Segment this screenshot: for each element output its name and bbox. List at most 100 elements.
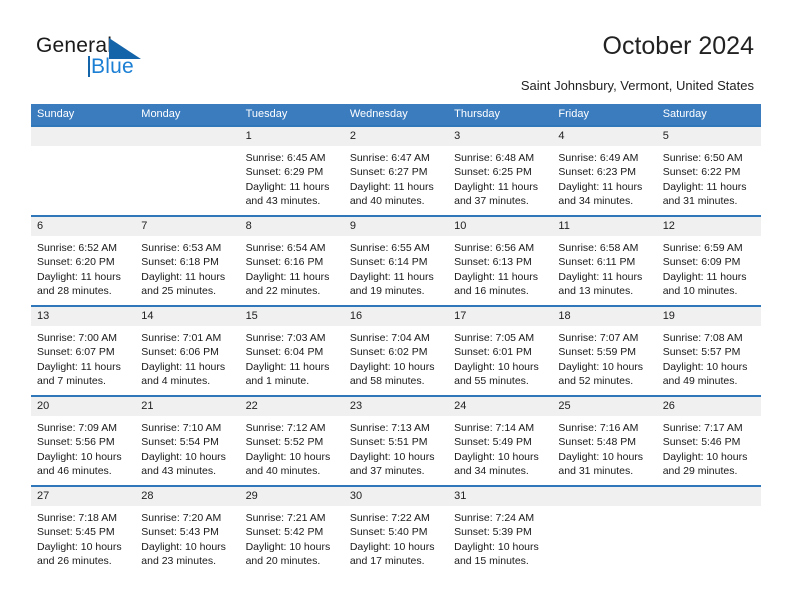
day-cell[interactable]: 16 Sunrise: 7:04 AM Sunset: 6:02 PM Dayl… — [343, 307, 449, 395]
day-cell[interactable]: 9 Sunrise: 6:55 AM Sunset: 6:14 PM Dayli… — [343, 217, 449, 305]
sunset-text: Sunset: 5:43 PM — [141, 526, 219, 539]
daylight-text-line1: Daylight: 10 hours — [141, 450, 226, 463]
sunrise-text: Sunrise: 7:24 AM — [454, 512, 535, 524]
day-info: Sunrise: 6:52 AM Sunset: 6:20 PM Dayligh… — [31, 236, 135, 299]
day-number: 24 — [448, 397, 553, 416]
day-cell[interactable]: 21 Sunrise: 7:10 AM Sunset: 5:54 PM Dayl… — [135, 397, 240, 485]
daylight-text-line2: and 46 minutes. — [37, 465, 112, 478]
page-header: General Blue October 2024 Saint Johnsbur… — [0, 0, 792, 100]
sunset-text: Sunset: 5:45 PM — [37, 526, 115, 539]
day-cell[interactable] — [552, 487, 657, 575]
day-cell[interactable]: 17 Sunrise: 7:05 AM Sunset: 6:01 PM Dayl… — [448, 307, 553, 395]
sunset-text: Sunset: 5:54 PM — [141, 436, 219, 449]
day-number: 13 — [31, 307, 136, 326]
daylight-text-line1: Daylight: 10 hours — [245, 450, 331, 463]
sunset-text: Sunset: 5:40 PM — [349, 526, 428, 539]
day-cell[interactable]: 8 Sunrise: 6:54 AM Sunset: 6:16 PM Dayli… — [239, 217, 344, 305]
sunrise-text: Sunrise: 7:18 AM — [37, 512, 117, 524]
day-info: Sunrise: 7:04 AM Sunset: 6:02 PM Dayligh… — [344, 326, 448, 389]
sunset-text: Sunset: 6:14 PM — [349, 256, 428, 269]
sunset-text: Sunset: 6:04 PM — [245, 346, 324, 359]
day-cell[interactable]: 3 Sunrise: 6:48 AM Sunset: 6:25 PM Dayli… — [448, 127, 553, 215]
day-info: Sunrise: 7:22 AM Sunset: 5:40 PM Dayligh… — [344, 506, 448, 569]
day-cell[interactable]: 4 Sunrise: 6:49 AM Sunset: 6:23 PM Dayli… — [552, 127, 657, 215]
day-cell[interactable]: 25 Sunrise: 7:16 AM Sunset: 5:48 PM Dayl… — [552, 397, 657, 485]
day-info: Sunrise: 7:24 AM Sunset: 5:39 PM Dayligh… — [448, 506, 552, 569]
day-number: 31 — [448, 487, 553, 506]
day-cell[interactable]: 10 Sunrise: 6:56 AM Sunset: 6:13 PM Dayl… — [448, 217, 553, 305]
sunrise-text: Sunrise: 7:14 AM — [454, 422, 535, 434]
day-cell[interactable]: 2 Sunrise: 6:47 AM Sunset: 6:27 PM Dayli… — [343, 127, 449, 215]
day-info — [31, 146, 135, 151]
daylight-text-line2: and 40 minutes. — [349, 195, 425, 208]
weekday-header-tuesday: Tuesday — [245, 108, 288, 120]
sunset-text: Sunset: 6:23 PM — [558, 166, 637, 179]
day-info: Sunrise: 6:50 AM Sunset: 6:22 PM Dayligh… — [657, 146, 761, 209]
daylight-text-line1: Daylight: 10 hours — [558, 450, 644, 463]
day-info: Sunrise: 6:53 AM Sunset: 6:18 PM Dayligh… — [135, 236, 239, 299]
day-cell[interactable]: 19 Sunrise: 7:08 AM Sunset: 5:57 PM Dayl… — [656, 307, 761, 395]
day-cell[interactable]: 13 Sunrise: 7:00 AM Sunset: 6:07 PM Dayl… — [31, 307, 136, 395]
sunset-text: Sunset: 6:07 PM — [37, 346, 115, 359]
day-cell[interactable]: 7 Sunrise: 6:53 AM Sunset: 6:18 PM Dayli… — [135, 217, 240, 305]
weekday-header-saturday: Saturday — [662, 108, 707, 120]
day-number: 15 — [239, 307, 344, 326]
daylight-text-line1: Daylight: 11 hours — [37, 270, 121, 283]
day-number: 18 — [552, 307, 657, 326]
daylight-text-line2: and 20 minutes. — [245, 555, 321, 568]
day-cell[interactable]: 12 Sunrise: 6:59 AM Sunset: 6:09 PM Dayl… — [656, 217, 761, 305]
day-cell[interactable]: 18 Sunrise: 7:07 AM Sunset: 5:59 PM Dayl… — [552, 307, 657, 395]
day-cell[interactable]: 29 Sunrise: 7:21 AM Sunset: 5:42 PM Dayl… — [239, 487, 344, 575]
sunrise-text: Sunrise: 6:45 AM — [245, 152, 326, 164]
day-cell[interactable]: 24 Sunrise: 7:14 AM Sunset: 5:49 PM Dayl… — [448, 397, 553, 485]
calendar-week-row: 13 Sunrise: 7:00 AM Sunset: 6:07 PM Dayl… — [31, 305, 761, 395]
sunrise-text: Sunrise: 6:52 AM — [37, 242, 117, 254]
sunset-text: Sunset: 6:18 PM — [141, 256, 219, 269]
day-cell[interactable]: 1 Sunrise: 6:45 AM Sunset: 6:29 PM Dayli… — [239, 127, 344, 215]
sunrise-text: Sunrise: 7:16 AM — [558, 422, 639, 434]
day-cell[interactable]: 28 Sunrise: 7:20 AM Sunset: 5:43 PM Dayl… — [135, 487, 240, 575]
day-cell[interactable]: 11 Sunrise: 6:58 AM Sunset: 6:11 PM Dayl… — [552, 217, 657, 305]
sunset-text: Sunset: 6:09 PM — [662, 256, 741, 269]
day-info — [552, 506, 656, 511]
daylight-text-line2: and 23 minutes. — [141, 555, 216, 568]
calendar-page: General Blue October 2024 Saint Johnsbur… — [0, 0, 792, 612]
sunrise-text: Sunrise: 7:07 AM — [558, 332, 639, 344]
day-info: Sunrise: 7:05 AM Sunset: 6:01 PM Dayligh… — [448, 326, 552, 389]
daylight-text-line2: and 37 minutes. — [349, 465, 425, 478]
day-cell[interactable] — [31, 127, 136, 215]
day-cell[interactable]: 20 Sunrise: 7:09 AM Sunset: 5:56 PM Dayl… — [31, 397, 136, 485]
day-cell[interactable]: 31 Sunrise: 7:24 AM Sunset: 5:39 PM Dayl… — [448, 487, 553, 575]
sunset-text: Sunset: 5:39 PM — [454, 526, 532, 539]
day-cell[interactable]: 14 Sunrise: 7:01 AM Sunset: 6:06 PM Dayl… — [135, 307, 240, 395]
daylight-text-line1: Daylight: 10 hours — [349, 540, 435, 553]
day-cell[interactable]: 27 Sunrise: 7:18 AM Sunset: 5:45 PM Dayl… — [31, 487, 136, 575]
day-info: Sunrise: 6:54 AM Sunset: 6:16 PM Dayligh… — [240, 236, 344, 299]
day-cell[interactable]: 15 Sunrise: 7:03 AM Sunset: 6:04 PM Dayl… — [239, 307, 344, 395]
day-cell[interactable] — [135, 127, 240, 215]
day-info: Sunrise: 6:45 AM Sunset: 6:29 PM Dayligh… — [240, 146, 344, 209]
daylight-text-line1: Daylight: 10 hours — [141, 540, 226, 553]
calendar-week-row: 20 Sunrise: 7:09 AM Sunset: 5:56 PM Dayl… — [31, 395, 761, 485]
day-number: 25 — [552, 397, 657, 416]
day-number: 26 — [656, 397, 761, 416]
sunrise-text: Sunrise: 7:10 AM — [141, 422, 222, 434]
day-cell[interactable]: 26 Sunrise: 7:17 AM Sunset: 5:46 PM Dayl… — [656, 397, 761, 485]
sunset-text: Sunset: 6:02 PM — [349, 346, 428, 359]
day-cell[interactable]: 6 Sunrise: 6:52 AM Sunset: 6:20 PM Dayli… — [31, 217, 136, 305]
daylight-text-line2: and 19 minutes. — [349, 285, 425, 298]
daylight-text-line2: and 1 minute. — [245, 375, 310, 388]
calendar-grid: Sunday Monday Tuesday Wednesday Thursday… — [31, 104, 761, 575]
day-cell[interactable]: 30 Sunrise: 7:22 AM Sunset: 5:40 PM Dayl… — [343, 487, 449, 575]
sunrise-text: Sunrise: 7:09 AM — [37, 422, 117, 434]
sunrise-text: Sunrise: 6:55 AM — [349, 242, 430, 254]
day-cell[interactable]: 22 Sunrise: 7:12 AM Sunset: 5:52 PM Dayl… — [239, 397, 344, 485]
day-cell[interactable]: 23 Sunrise: 7:13 AM Sunset: 5:51 PM Dayl… — [343, 397, 449, 485]
day-cell[interactable] — [656, 487, 761, 575]
day-info: Sunrise: 6:58 AM Sunset: 6:11 PM Dayligh… — [552, 236, 656, 299]
page-title: October 2024 — [602, 32, 755, 60]
general-blue-logo[interactable]: General Blue — [36, 34, 216, 90]
sunrise-text: Sunrise: 6:47 AM — [349, 152, 430, 164]
day-number: 29 — [239, 487, 344, 506]
day-cell[interactable]: 5 Sunrise: 6:50 AM Sunset: 6:22 PM Dayli… — [656, 127, 761, 215]
